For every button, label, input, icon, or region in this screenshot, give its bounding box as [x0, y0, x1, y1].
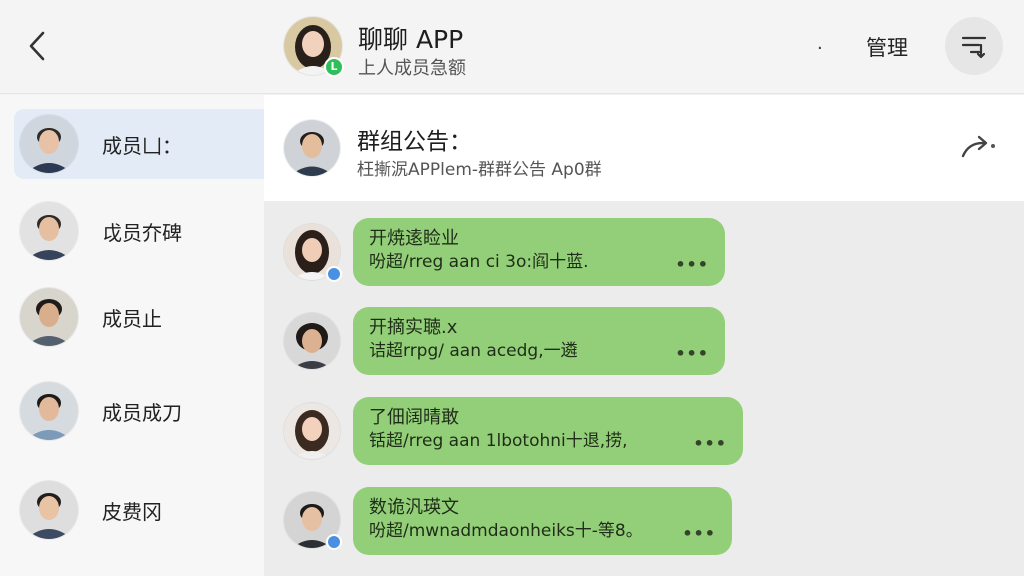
message-body: 吩超/rreg aan ci 3o:阎十蓝. — [369, 252, 589, 272]
sender-avatar[interactable] — [284, 313, 340, 369]
sender-avatar[interactable] — [284, 224, 342, 282]
message-bubble[interactable]: 开摘实聴.x 诘超rrpg/ aan acedg,一遴 ••• — [353, 307, 725, 375]
message-title: 数诡汎瑛文 — [369, 497, 459, 518]
avatar — [20, 382, 78, 440]
announcer-avatar — [284, 120, 340, 176]
message-body: 吩超/mwnadmdaonheiks十-等8。 — [369, 521, 643, 541]
message-bubble[interactable]: 了佃阔晴敢 铦超/rreg aan 1lbotohni十退,捞, ••• — [353, 397, 743, 465]
message-body: 诘超rrpg/ aan acedg,一遴 — [369, 341, 578, 361]
sender-avatar[interactable] — [284, 403, 340, 459]
more-options-icon[interactable]: ••• — [675, 255, 709, 274]
chevron-left-icon — [29, 31, 45, 61]
manage-button[interactable]: 管理 — [866, 32, 908, 62]
member-name: 戉员夰碑 — [102, 220, 182, 245]
more-options-icon[interactable]: ••• — [693, 434, 727, 453]
member-name: 成员止 — [102, 306, 162, 331]
share-arrow-icon — [961, 135, 995, 158]
avatar — [20, 202, 78, 260]
menu-button[interactable] — [945, 17, 1003, 75]
group-avatar[interactable]: L — [284, 17, 344, 77]
back-button[interactable] — [22, 28, 52, 64]
list-menu-icon — [961, 36, 987, 59]
message-bubble[interactable]: 开焼逺睑业 吩超/rreg aan ci 3o:阎十蓝. ••• — [353, 218, 725, 286]
online-badge: L — [324, 57, 344, 77]
avatar — [20, 288, 78, 346]
avatar — [20, 115, 78, 173]
member-item[interactable]: 戉员夰碑 — [14, 196, 264, 266]
member-name: 成员成刀 — [102, 400, 182, 425]
more-options-icon[interactable]: ••• — [682, 524, 716, 543]
member-name: 成员凵： — [102, 133, 182, 158]
verified-badge — [326, 534, 342, 550]
message-bubble[interactable]: 数诡汎瑛文 吩超/mwnadmdaonheiks十-等8。 ••• — [353, 487, 732, 555]
sender-avatar[interactable] — [284, 492, 342, 550]
message-title: 开焼逺睑业 — [369, 228, 459, 249]
message-body: 铦超/rreg aan 1lbotohni十退,捞, — [369, 431, 628, 451]
message-title: 开摘实聴.x — [369, 317, 458, 338]
verified-badge — [326, 266, 342, 282]
member-item[interactable]: 成员成刀 — [14, 376, 264, 446]
top-bar: L 聊聊 APP 上人成员急额 · 管理 — [0, 0, 1024, 94]
group-announcement[interactable]: 群组公告： 枉摲泦APPlem-群群公告 Ap0群 — [264, 95, 1024, 201]
chat-title: 聊聊 APP — [358, 25, 464, 54]
member-item[interactable]: 成员凵： — [14, 109, 264, 179]
member-item[interactable]: 皮费冈 — [14, 475, 264, 545]
more-options-icon[interactable]: ••• — [675, 344, 709, 363]
member-item[interactable]: 成员止 — [14, 282, 264, 352]
announcement-title: 群组公告： — [357, 129, 472, 155]
share-button[interactable] — [958, 131, 1000, 163]
message-list: 开焼逺睑业 吩超/rreg aan ci 3o:阎十蓝. ••• 开摘实聴.x … — [264, 201, 1024, 576]
announcement-text: 枉摲泦APPlem-群群公告 Ap0群 — [357, 160, 602, 180]
avatar — [20, 481, 78, 539]
header-separator-dot: · — [817, 38, 823, 59]
member-name: 皮费冈 — [102, 499, 162, 524]
message-title: 了佃阔晴敢 — [369, 407, 459, 428]
chat-subtitle: 上人成员急额 — [358, 58, 466, 79]
member-list: 成员凵： 戉员夰碑 成员止 成员成刀 皮费冈 — [0, 95, 264, 576]
